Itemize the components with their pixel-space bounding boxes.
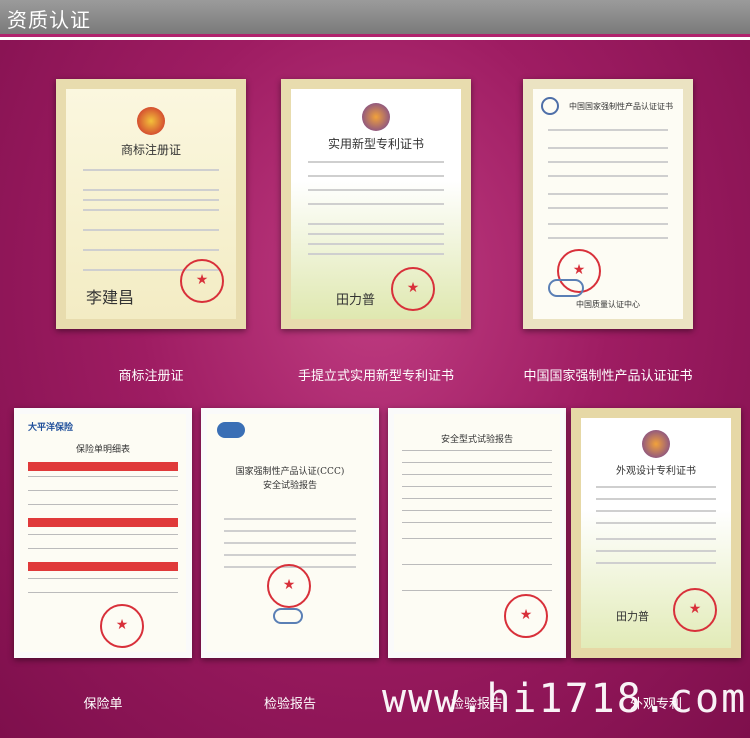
red-seal-icon bbox=[504, 594, 548, 638]
cqc-logo-icon bbox=[273, 608, 303, 624]
certificate-doc-title: 中国国家强制性产品认证证书 bbox=[569, 102, 673, 111]
cqc-logo-icon bbox=[548, 279, 584, 297]
section-header: 资质认证 bbox=[0, 0, 750, 40]
certificate-doc-title: 实用新型专利证书 bbox=[327, 137, 424, 151]
certificate-doc-title: 外观设计专利证书 bbox=[616, 466, 696, 477]
insurance-logo: 大平洋保险 bbox=[28, 423, 74, 433]
certificate-document: 安全型式试验报告 bbox=[394, 414, 560, 652]
red-seal-icon bbox=[673, 588, 717, 632]
certificate-document: 国家强制性产品认证(CCC) 安全试验报告 bbox=[207, 414, 373, 652]
red-seal-icon bbox=[100, 604, 144, 648]
watermark-text: www.hi1718.com bbox=[382, 676, 748, 722]
certificate-caption: 检验报告 bbox=[263, 697, 316, 712]
certificate-subtitle: 保险单明细表 bbox=[75, 445, 130, 455]
certificate-card-design-patent[interactable]: 外观设计专利证书 田力普 bbox=[571, 408, 741, 658]
page: 资质认证 商标注册证 李建昌 商标注册证 bbox=[0, 0, 750, 738]
certificate-signature: 田力普 bbox=[616, 610, 649, 623]
cnas-logo-icon bbox=[217, 422, 245, 438]
certificate-card-insurance[interactable]: 大平洋保险 保险单明细表 bbox=[14, 408, 192, 658]
certificate-caption: 保险单 bbox=[83, 697, 123, 712]
certificate-subtitle: 安全试验报告 bbox=[262, 481, 317, 491]
certificate-footer: 中国质量认证中心 bbox=[576, 300, 640, 309]
certificate-caption: 中国国家强制性产品认证证书 bbox=[523, 369, 693, 384]
certificate-signature: 田力普 bbox=[336, 293, 376, 308]
certificate-card-trademark[interactable]: 商标注册证 李建昌 bbox=[56, 79, 246, 329]
certificate-document: 商标注册证 李建昌 bbox=[66, 89, 236, 319]
certificate-caption: 商标注册证 bbox=[118, 369, 184, 384]
certificate-doc-title: 安全型式试验报告 bbox=[440, 435, 513, 445]
certificate-card-type-test-report[interactable]: 安全型式试验报告 bbox=[388, 408, 566, 658]
certificate-signature: 李建昌 bbox=[86, 288, 135, 307]
certificate-card-utility-patent[interactable]: 实用新型专利证书 田力普 bbox=[281, 79, 471, 329]
certificate-gallery: 商标注册证 李建昌 商标注册证 实用新型专利证书 bbox=[0, 40, 750, 738]
national-emblem-icon bbox=[137, 107, 165, 135]
ccc-logo-icon bbox=[541, 97, 559, 115]
certificate-document: 大平洋保险 保险单明细表 bbox=[20, 414, 186, 652]
certificate-doc-title: 商标注册证 bbox=[120, 143, 181, 157]
certificate-card-ccc-report[interactable]: 国家强制性产品认证(CCC) 安全试验报告 bbox=[201, 408, 379, 658]
header-bar: 资质认证 bbox=[0, 0, 750, 34]
certificate-document: 外观设计专利证书 田力普 bbox=[581, 418, 731, 648]
certificate-doc-title: 国家强制性产品认证(CCC) bbox=[235, 467, 345, 477]
red-seal-icon bbox=[391, 267, 435, 311]
certificate-document: 中国国家强制性产品认证证书 中国质量认证中心 bbox=[533, 89, 683, 319]
certificate-card-ccc[interactable]: 中国国家强制性产品认证证书 中国质量认证中心 bbox=[523, 79, 693, 329]
patent-logo-icon bbox=[362, 103, 390, 131]
header-accent-stripe bbox=[0, 34, 750, 37]
section-title: 资质认证 bbox=[7, 8, 91, 32]
patent-logo-icon bbox=[642, 430, 670, 458]
certificate-document: 实用新型专利证书 田力普 bbox=[291, 89, 461, 319]
certificate-caption: 手提立式实用新型专利证书 bbox=[297, 369, 454, 384]
red-seal-icon bbox=[180, 259, 224, 303]
red-seal-icon bbox=[267, 564, 311, 608]
